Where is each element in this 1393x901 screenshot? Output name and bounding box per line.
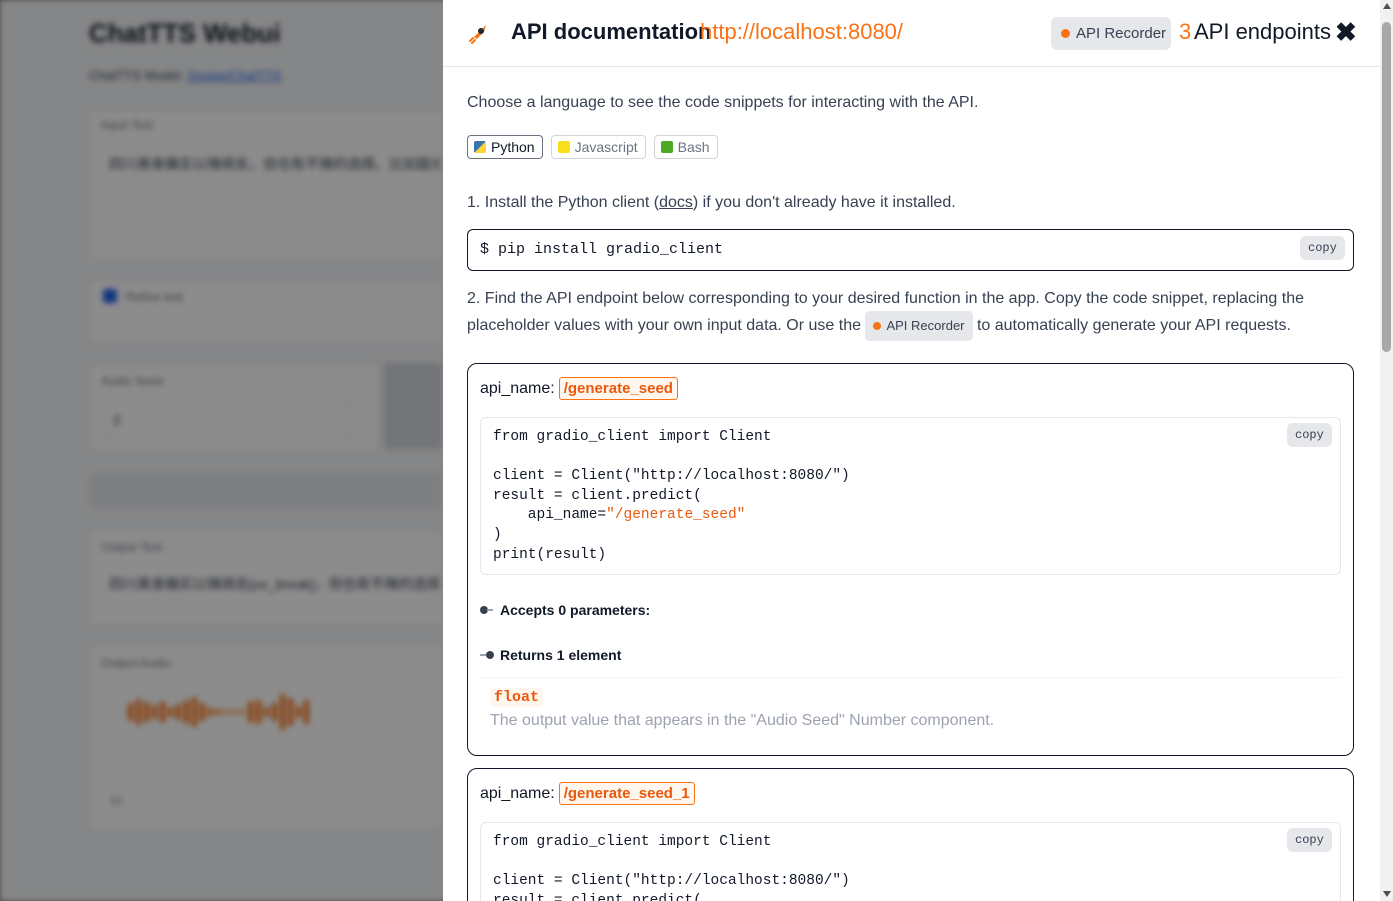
api-name-row: api_name: /generate_seed_1 [480,782,695,805]
scroll-down-icon[interactable] [1383,891,1391,897]
code-line: ) [493,526,502,543]
accepts-label: Accepts 0 parameters: [500,602,651,618]
install-command-box: $ pip install gradio_client [467,229,1354,271]
copy-code-button[interactable]: copy [1287,828,1332,852]
record-dot-icon [873,322,882,330]
tab-javascript-label: Javascript [574,139,638,155]
api-name-label: api_name: [480,379,555,397]
returns-label: Returns 1 element [500,647,622,663]
step-1-prefix: 1. Install the Python client ( [467,194,660,211]
inline-api-recorder-label: API Recorder [886,318,965,333]
returns-toggle[interactable]: Returns 1 element [480,647,621,663]
docs-link[interactable]: docs [659,194,693,211]
code-string: "/generate_seed" [606,507,746,524]
bash-icon [660,141,673,153]
api-recorder-button[interactable]: API Recorder [1051,17,1171,50]
api-name-row: api_name: /generate_seed [480,377,678,400]
tab-bash[interactable]: Bash [653,135,718,159]
tab-python-label: Python [491,139,535,155]
copy-code-button[interactable]: copy [1287,423,1332,447]
step-1-suffix: ) if you don't already have it installed… [692,194,956,211]
api-base-url: http://localhost:8080/ [700,19,904,44]
scrollbar[interactable] [1380,0,1393,901]
code-line: from gradio_client import Client [493,834,772,850]
divider [480,677,1341,678]
endpoint-card: api_name: /generate_seed_1 from gradio_c… [467,768,1354,901]
endpoints-count: 3 [1179,19,1192,44]
code-snippet: from gradio_client import Client client … [480,417,1341,575]
scroll-up-icon[interactable] [1383,3,1391,9]
language-tabs: Python Javascript Bash [467,135,718,159]
code-line: client = Client("http://localhost:8080/"… [493,468,850,485]
code-line: client = Client("http://localhost:8080/"… [493,873,850,890]
code-line: result = client.predict( [493,892,702,901]
inline-api-recorder-button[interactable]: API Recorder [865,311,973,341]
copy-install-button[interactable]: copy [1300,236,1345,260]
api-docs-header: API documentation http://localhost:8080/… [443,0,1380,67]
code-line: print(result) [493,546,607,563]
api-recorder-label: API Recorder [1076,25,1167,42]
install-command: $ pip install gradio_client [480,241,724,258]
code-line: result = client.predict( [493,487,702,504]
expand-toggle-icon [480,651,494,659]
step-2-suffix: to automatically generate your API reque… [976,317,1291,335]
collapse-toggle-icon [480,606,494,614]
api-name-label: api_name: [480,784,555,802]
tab-javascript[interactable]: Javascript [550,135,646,159]
step-1-text: 1. Install the Python client (docs) if y… [467,191,956,215]
rocket-icon [469,25,486,44]
api-docs-title: API documentation [511,19,712,44]
record-dot-icon [1061,29,1070,38]
close-icon[interactable]: ✖ [1335,18,1357,46]
step-2-text: 2. Find the API endpoint below correspon… [467,287,1354,341]
code-snippet: from gradio_client import Client client … [480,822,1341,901]
api-name-badge: /generate_seed_1 [558,782,695,805]
language-intro: Choose a language to see the code snippe… [467,94,979,111]
code-line: api_name= [493,507,607,524]
code-line: from gradio_client import Client [493,429,772,445]
tab-bash-label: Bash [677,139,710,155]
endpoint-card: api_name: /generate_seed from gradio_cli… [467,363,1354,756]
javascript-icon [557,141,570,153]
return-description: The output value that appears in the "Au… [490,712,995,729]
api-docs-panel: API documentation http://localhost:8080/… [443,0,1380,901]
tab-python[interactable]: Python [467,135,543,159]
api-name-badge: /generate_seed [558,377,678,400]
scroll-thumb[interactable] [1382,22,1391,352]
accepts-parameters-toggle[interactable]: Accepts 0 parameters: [480,602,650,618]
python-icon [474,141,486,153]
return-type-badge: float [490,688,544,707]
endpoints-label: API endpoints [1194,19,1331,44]
